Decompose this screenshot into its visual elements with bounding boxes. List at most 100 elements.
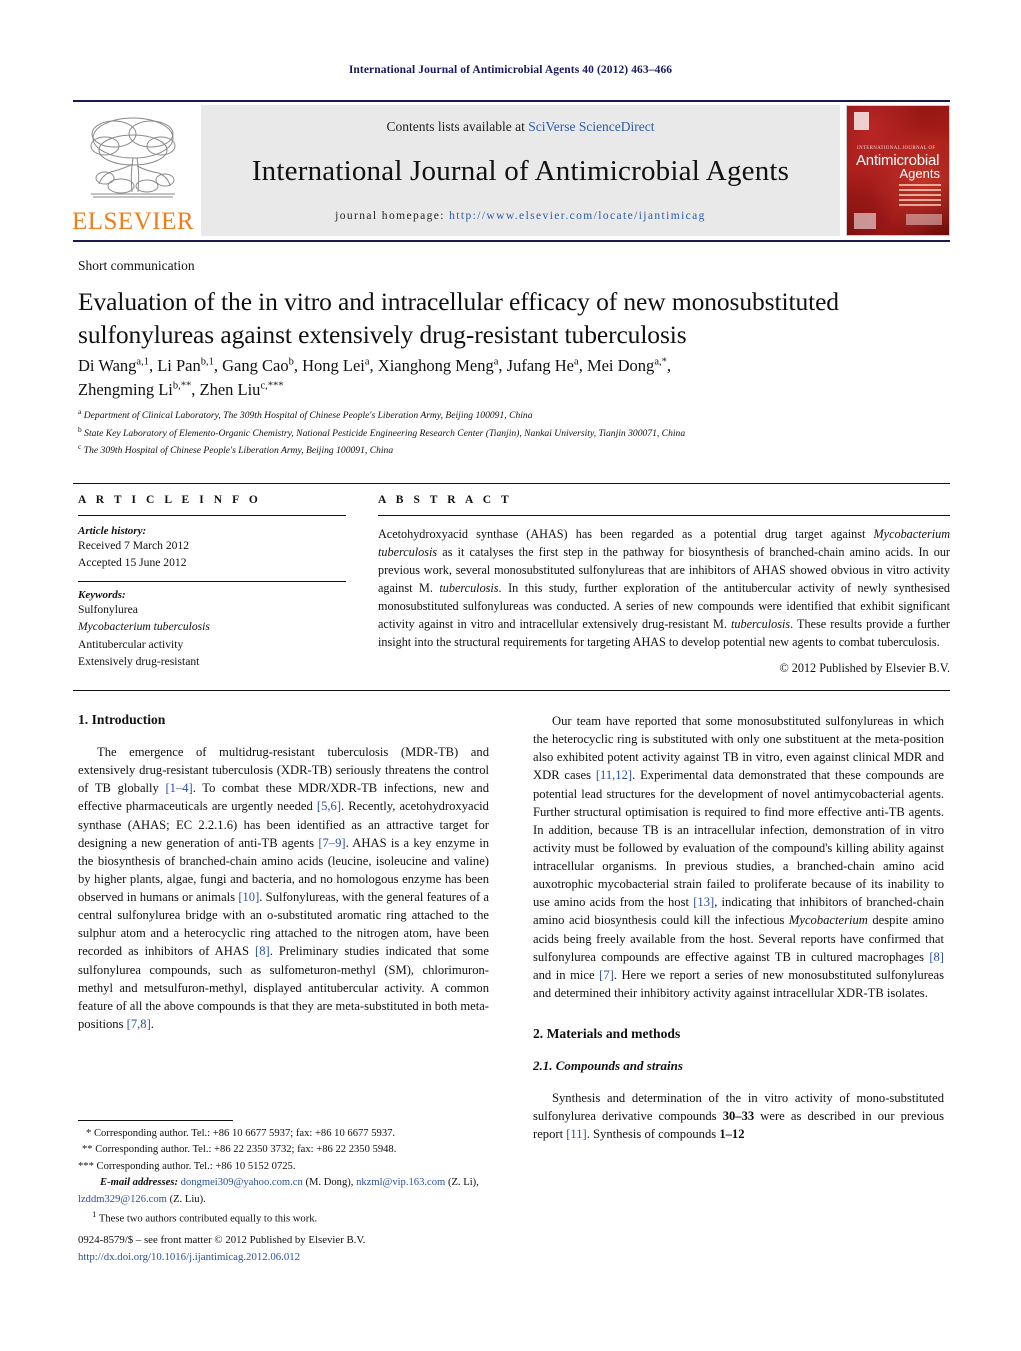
- citation-ref[interactable]: [7–9]: [318, 836, 345, 850]
- species-name: Mycobacterium: [788, 913, 868, 928]
- citation-ref[interactable]: [8]: [929, 950, 944, 964]
- abstract-block: A B S T R A C T Acetohydroxyacid synthas…: [378, 494, 950, 676]
- email-owner-2: (Z. Li): [447, 1177, 477, 1189]
- text-seg: .: [150, 1016, 154, 1031]
- intro-paragraph: The emergence of multidrug-resistant tub…: [78, 743, 489, 1033]
- citation-ref[interactable]: [1–4]: [165, 781, 192, 795]
- cover-contents-lines: [899, 184, 941, 209]
- keyword-item: Extensively drug-resistant: [78, 654, 200, 668]
- body-column-left: 1. Introduction The emergence of multidr…: [78, 712, 489, 1033]
- footnote-corresponding-1: * Corresponding author. Tel.: +86 10 667…: [86, 1128, 396, 1139]
- footnote-mark: 1: [92, 1209, 97, 1220]
- body-column-right: Our team have reported that some monosub…: [533, 712, 944, 1143]
- elsevier-wordmark: ELSEVIER: [71, 208, 195, 235]
- compound-range: 1–12: [719, 1127, 745, 1142]
- page-title: Evaluation of the in vitro and intracell…: [78, 287, 839, 349]
- author-name: Di Wang: [78, 356, 137, 375]
- citation-ref[interactable]: [8]: [255, 944, 270, 958]
- footnote-equal-text: These two authors contributed equally to…: [98, 1213, 318, 1225]
- affiliation-item: c The 309th Hospital of Chinese People's…: [78, 442, 394, 457]
- imprint-block: 0924-8579/$ – see front matter © 2012 Pu…: [78, 1232, 508, 1267]
- heading-introduction: 1. Introduction: [78, 712, 166, 727]
- text-seg: . Synthesis of compounds: [586, 1127, 720, 1142]
- homepage-prefix: journal homepage:: [335, 210, 450, 222]
- footnote-emails: E-mail addresses: dongmei309@yahoo.com.c…: [78, 1177, 479, 1205]
- citation-ref[interactable]: [5,6]: [317, 799, 341, 813]
- keyword-item: Mycobacterium tuberculosis: [78, 620, 210, 634]
- article-info-heading: A R T I C L E I N F O: [78, 494, 262, 506]
- compound-range: 30–33: [722, 1109, 755, 1124]
- abstract-text: Acetohydroxyacid synthase (AHAS) has bee…: [378, 525, 950, 651]
- email-link-3[interactable]: lzddm329@126.com: [78, 1194, 167, 1205]
- author-name: Gang Cao: [222, 356, 289, 375]
- footnote-corresponding-2: ** Corresponding author. Tel.: +86 22 23…: [82, 1144, 397, 1156]
- abstract-heading: A B S T R A C T: [378, 494, 513, 506]
- abstract-seg: Acetohydroxyacid synthase (AHAS) has bee…: [378, 527, 874, 541]
- methods-paragraph: Synthesis and determination of the in vi…: [533, 1089, 944, 1143]
- citation-ref[interactable]: [7,8]: [127, 1017, 151, 1031]
- affiliation-text: Department of Clinical Laboratory, The 3…: [83, 410, 533, 422]
- accepted-date: Accepted 15 June 2012: [78, 556, 187, 570]
- doi-link[interactable]: http://dx.doi.org/10.1016/j.ijantimicag.…: [78, 1249, 508, 1266]
- cover-title-line2: Agents: [899, 166, 940, 181]
- author-name: Xianghong Meng: [377, 356, 494, 375]
- abstract-species-name: tuberculosis: [439, 581, 499, 596]
- journal-masthead: ELSEVIER Contents lists available at Sci…: [71, 100, 950, 242]
- cover-kicker: INTERNATIONAL JOURNAL OF: [857, 146, 936, 151]
- journal-homepage-line: journal homepage: http://www.elsevier.co…: [335, 210, 706, 222]
- author-name: Mei Dong: [586, 356, 655, 375]
- journal-band: Contents lists available at SciVerse Sci…: [201, 105, 840, 236]
- footnote-equal-contribution: 1 These two authors contributed equally …: [78, 1208, 493, 1228]
- email-link-1[interactable]: dongmei309@yahoo.com.cn: [181, 1177, 303, 1188]
- elsevier-logo: ELSEVIER: [71, 105, 195, 236]
- cover-sponsor-mark: [906, 214, 942, 225]
- running-head: International Journal of Antimicrobial A…: [348, 64, 673, 76]
- cover-footer-mark: [854, 213, 876, 229]
- email-owner-1: (M. Dong): [305, 1177, 351, 1189]
- info-abstract-top-rule: [73, 483, 950, 484]
- journal-homepage-url[interactable]: http://www.elsevier.com/locate/ijantimic…: [449, 210, 706, 222]
- affiliation-item: a Department of Clinical Laboratory, The…: [78, 407, 533, 422]
- author-name: Hong Lei: [302, 356, 365, 375]
- keywords-block: Keywords: Sulfonylurea Mycobacterium tub…: [78, 589, 346, 671]
- affiliation-text: State Key Laboratory of Elemento-Organic…: [84, 427, 686, 439]
- author-name: Li Pan: [157, 356, 201, 375]
- author-name: Zhengming Li: [78, 379, 173, 399]
- heading-compounds-and-strains: 2.1. Compounds and strains: [533, 1058, 683, 1073]
- citation-ref[interactable]: [13]: [693, 895, 714, 909]
- affiliation-item: b State Key Laboratory of Elemento-Organ…: [78, 424, 686, 439]
- contents-available-line: Contents lists available at SciVerse Sci…: [386, 119, 654, 135]
- abstract-species-name: tuberculosis: [731, 617, 791, 632]
- heading-materials-and-methods: 2. Materials and methods: [533, 1026, 681, 1041]
- citation-ref[interactable]: [7]: [599, 968, 614, 982]
- journal-article-page: International Journal of Antimicrobial A…: [0, 0, 1021, 1351]
- citation-ref[interactable]: [10]: [238, 890, 259, 904]
- sciencedirect-link[interactable]: SciVerse ScienceDirect: [528, 119, 654, 134]
- masthead-bottom-rule: [73, 240, 950, 242]
- citation-ref[interactable]: [11]: [566, 1127, 587, 1141]
- footnote-divider: [78, 1120, 233, 1121]
- cover-elsevier-mark-icon: [854, 112, 869, 130]
- contents-prefix: Contents lists available at: [386, 119, 529, 134]
- citation-ref[interactable]: [11,12]: [596, 768, 632, 782]
- email-owner-3: (Z. Liu).: [169, 1193, 206, 1205]
- abstract-bottom-rule: [73, 690, 950, 691]
- keyword-item: Antitubercular activity: [78, 637, 184, 651]
- email-addresses-label: E-mail addresses:: [100, 1177, 178, 1189]
- received-date: Received 7 March 2012: [78, 539, 190, 552]
- abstract-rule: [378, 515, 950, 516]
- footnote-corresponding-3: *** Corresponding author. Tel.: +86 10 5…: [78, 1160, 296, 1172]
- article-info-rule: [78, 515, 346, 516]
- article-type-label: Short communication: [78, 258, 195, 273]
- issn-front-matter: 0924-8579/$ – see front matter © 2012 Pu…: [78, 1234, 366, 1246]
- article-info-block: A R T I C L E I N F O Article history: R…: [78, 494, 346, 670]
- intro-paragraph-continued: Our team have reported that some monosub…: [533, 712, 944, 1002]
- abstract-copyright: © 2012 Published by Elsevier B.V.: [779, 661, 950, 676]
- affiliation-text: The 309th Hospital of Chinese People's L…: [83, 445, 394, 457]
- author-name: Zhen Liu: [199, 379, 261, 399]
- email-link-2[interactable]: nkzml@vip.163.com: [356, 1177, 445, 1188]
- keywords-rule: [78, 580, 346, 582]
- author-list: Di Wanga,1, Li Panb,1, Gang Caob, Hong L…: [78, 356, 671, 399]
- text-seg: . Experimental data demonstrated that th…: [533, 768, 944, 910]
- keyword-item: Sulfonylurea: [78, 602, 138, 616]
